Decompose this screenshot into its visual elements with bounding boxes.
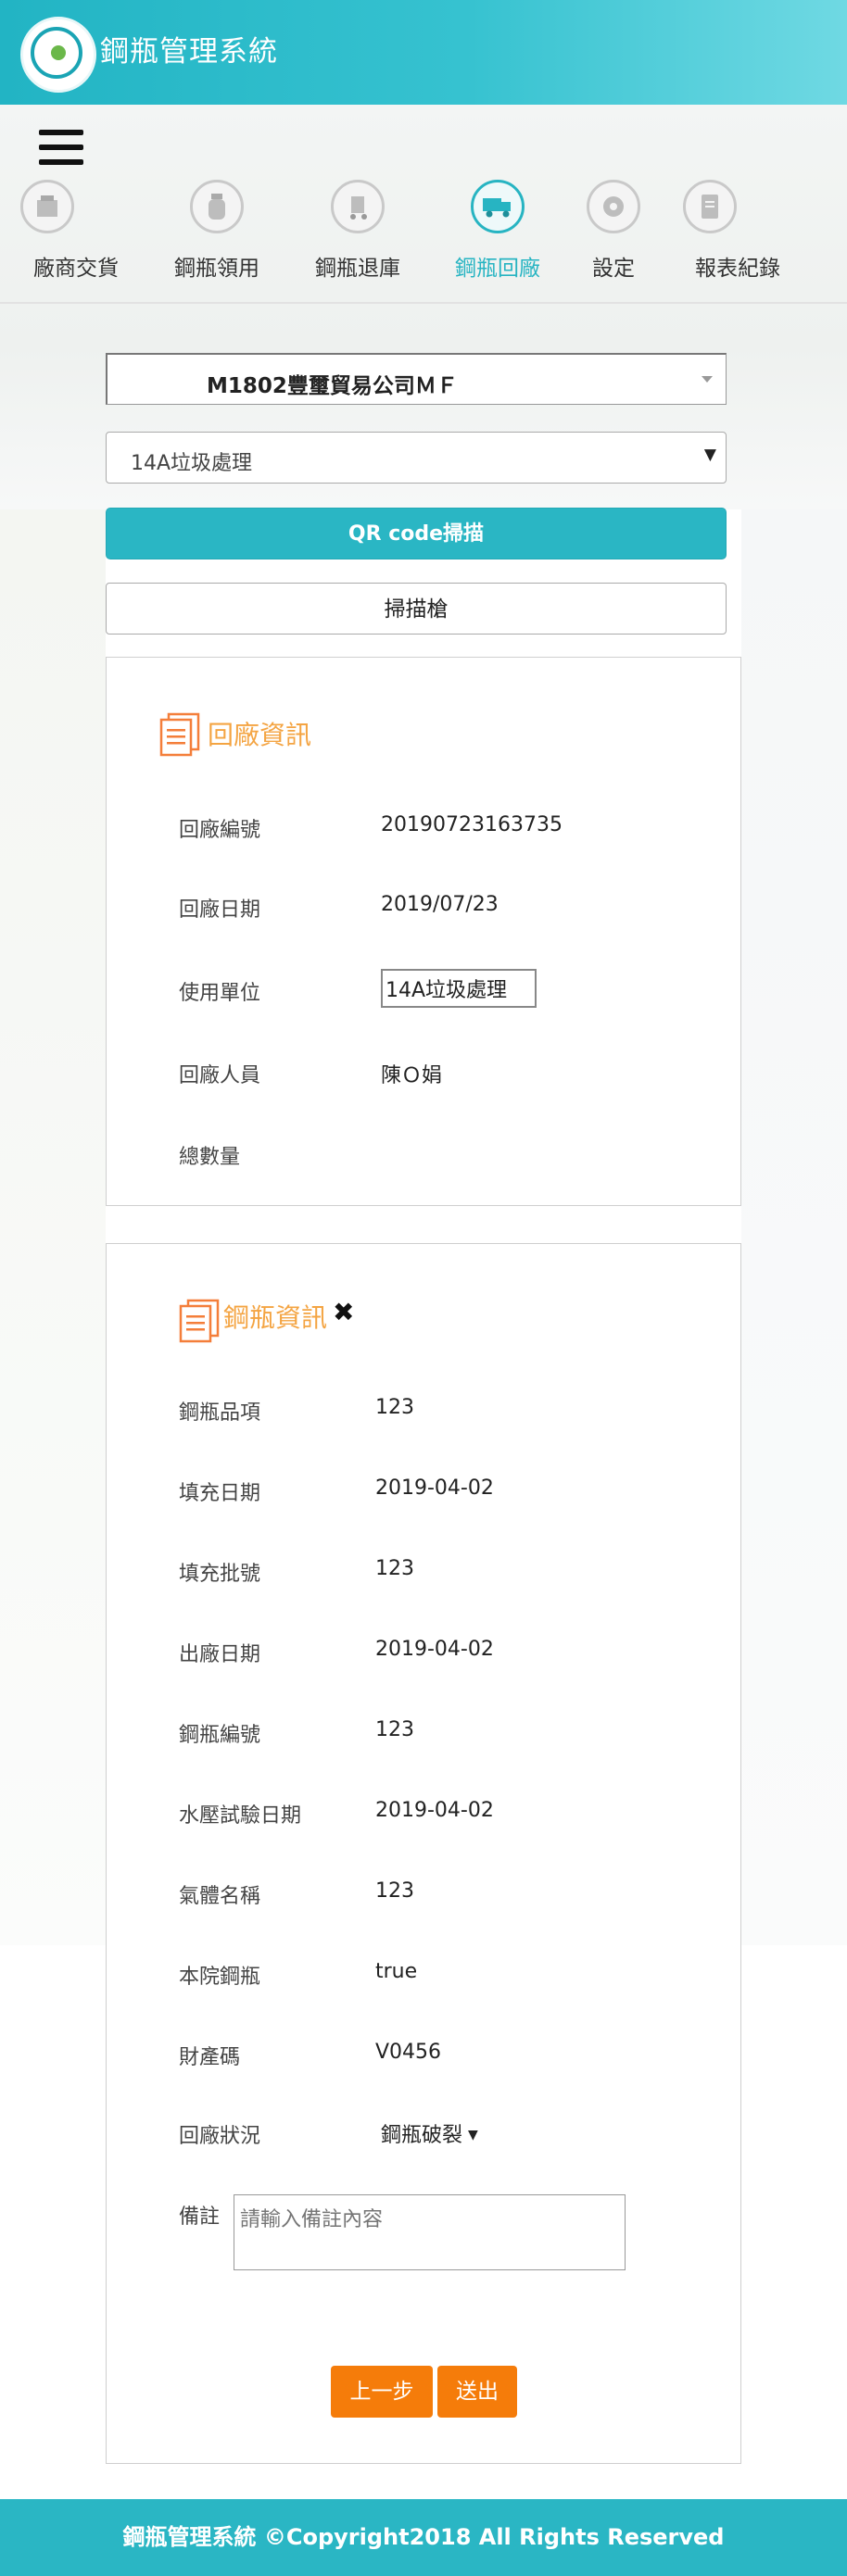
chevron-down-icon: ▼ bbox=[703, 446, 716, 464]
vendor-select[interactable]: M1802豐璽貿易公司ＭＦ bbox=[106, 353, 727, 405]
return-no-label: 回廠編號 bbox=[179, 819, 261, 842]
nav-label: 廠商交貨 bbox=[33, 257, 119, 281]
nav-label: 鋼瓶退庫 bbox=[315, 257, 400, 281]
using-unit-input[interactable] bbox=[381, 969, 537, 1008]
remark-label: 備註 bbox=[179, 2205, 221, 2229]
qr-scan-button[interactable]: QR code掃描 bbox=[106, 508, 727, 559]
hospital-cylinder-value: true bbox=[375, 1960, 418, 1983]
return-date-label: 回廠日期 bbox=[179, 898, 261, 922]
nav-cylinder-checkout[interactable]: 鋼瓶領用 bbox=[161, 180, 272, 282]
return-info-panel: 回廠資訊 回廠編號 20190723163735 回廠日期 2019/07/23… bbox=[106, 657, 741, 1206]
total-qty-label: 總數量 bbox=[179, 1146, 241, 1169]
cylinder-info-title: 鋼瓶資訊 bbox=[223, 1302, 328, 1333]
cylinder-icon bbox=[190, 180, 244, 233]
vendor-select-value: M1802豐璽貿易公司ＭＦ bbox=[207, 374, 458, 398]
hamburger-menu-icon[interactable] bbox=[39, 130, 83, 167]
delivery-box-icon bbox=[20, 180, 74, 233]
submit-button[interactable]: 送出 bbox=[437, 2366, 517, 2418]
ship-date-label: 出廠日期 bbox=[179, 1643, 261, 1666]
nav-label: 鋼瓶領用 bbox=[174, 257, 259, 281]
fill-date-label: 填充日期 bbox=[179, 1482, 261, 1505]
return-status-select[interactable]: 鋼瓶破裂 ▼ bbox=[381, 2118, 478, 2148]
nav-label: 報表紀錄 bbox=[695, 257, 780, 281]
hospital-logo-icon bbox=[20, 17, 96, 93]
gear-icon bbox=[587, 180, 640, 233]
ship-date-value: 2019-04-02 bbox=[375, 1638, 494, 1661]
nav-settings[interactable]: 設定 bbox=[572, 180, 655, 282]
cylinder-no-value: 123 bbox=[375, 1718, 414, 1741]
nav-label: 鋼瓶回廠 bbox=[455, 257, 540, 281]
chevron-down-icon: ▼ bbox=[468, 2128, 478, 2142]
fill-batch-value: 123 bbox=[375, 1557, 414, 1580]
chevron-down-icon bbox=[702, 376, 713, 383]
previous-step-button[interactable]: 上一步 bbox=[331, 2366, 433, 2418]
background-right bbox=[741, 509, 847, 1945]
return-person-value: 陳Ｏ娟 bbox=[381, 1064, 443, 1087]
document-stack-icon bbox=[159, 712, 200, 757]
nav-vendor-delivery[interactable]: 廠商交貨 bbox=[13, 180, 119, 282]
page-footer: 鋼瓶管理系統 ©Copyright2018 All Rights Reserve… bbox=[0, 2499, 847, 2576]
nav-report-records[interactable]: 報表紀錄 bbox=[683, 180, 794, 282]
fill-batch-label: 填充批號 bbox=[179, 1563, 261, 1586]
app-title: 鋼瓶管理系統 bbox=[100, 35, 278, 69]
truck-icon bbox=[471, 180, 525, 233]
unit-select-value: 14A垃圾處理 bbox=[131, 452, 253, 475]
nav-cylinder-return-stock[interactable]: 鋼瓶退庫 bbox=[302, 180, 413, 282]
cylinder-info-panel: 鋼瓶資訊 ✖ 鋼瓶品項 123 填充日期 2019-04-02 填充批號 123… bbox=[106, 1243, 741, 2464]
background-left bbox=[0, 509, 106, 1945]
gas-name-label: 氣體名稱 bbox=[179, 1885, 261, 1908]
property-code-label: 財產碼 bbox=[179, 2046, 241, 2069]
remark-textarea[interactable] bbox=[234, 2194, 626, 2270]
hydro-test-date-label: 水壓試驗日期 bbox=[179, 1804, 302, 1828]
hydro-test-date-value: 2019-04-02 bbox=[375, 1799, 494, 1822]
cylinder-no-label: 鋼瓶編號 bbox=[179, 1724, 261, 1747]
close-icon[interactable]: ✖ bbox=[333, 1297, 354, 1327]
property-code-value: V0456 bbox=[375, 2041, 442, 2064]
return-person-label: 回廠人員 bbox=[179, 1064, 261, 1087]
return-info-title: 回廠資訊 bbox=[208, 720, 312, 750]
return-no-value: 20190723163735 bbox=[381, 813, 563, 836]
using-unit-label: 使用單位 bbox=[179, 982, 261, 1005]
cylinder-item-label: 鋼瓶品項 bbox=[179, 1401, 261, 1425]
report-doc-icon bbox=[683, 180, 737, 233]
return-cart-icon bbox=[331, 180, 385, 233]
app-header: 鋼瓶管理系統 bbox=[0, 0, 847, 105]
return-status-label: 回廠狀況 bbox=[179, 2125, 261, 2148]
document-stack-icon bbox=[179, 1299, 220, 1343]
return-status-value: 鋼瓶破裂 bbox=[381, 2124, 463, 2147]
fill-date-value: 2019-04-02 bbox=[375, 1476, 494, 1500]
nav-label: 設定 bbox=[592, 257, 635, 281]
gas-name-value: 123 bbox=[375, 1879, 414, 1903]
nav-divider bbox=[0, 302, 847, 304]
scanner-gun-button[interactable]: 掃描槍 bbox=[106, 583, 727, 635]
return-date-value: 2019/07/23 bbox=[381, 893, 499, 916]
cylinder-item-value: 123 bbox=[375, 1396, 414, 1419]
unit-select[interactable]: 14A垃圾處理 ▼ bbox=[106, 432, 727, 484]
nav-cylinder-return-factory[interactable]: 鋼瓶回廠 bbox=[442, 180, 553, 282]
hospital-cylinder-label: 本院鋼瓶 bbox=[179, 1966, 261, 1989]
